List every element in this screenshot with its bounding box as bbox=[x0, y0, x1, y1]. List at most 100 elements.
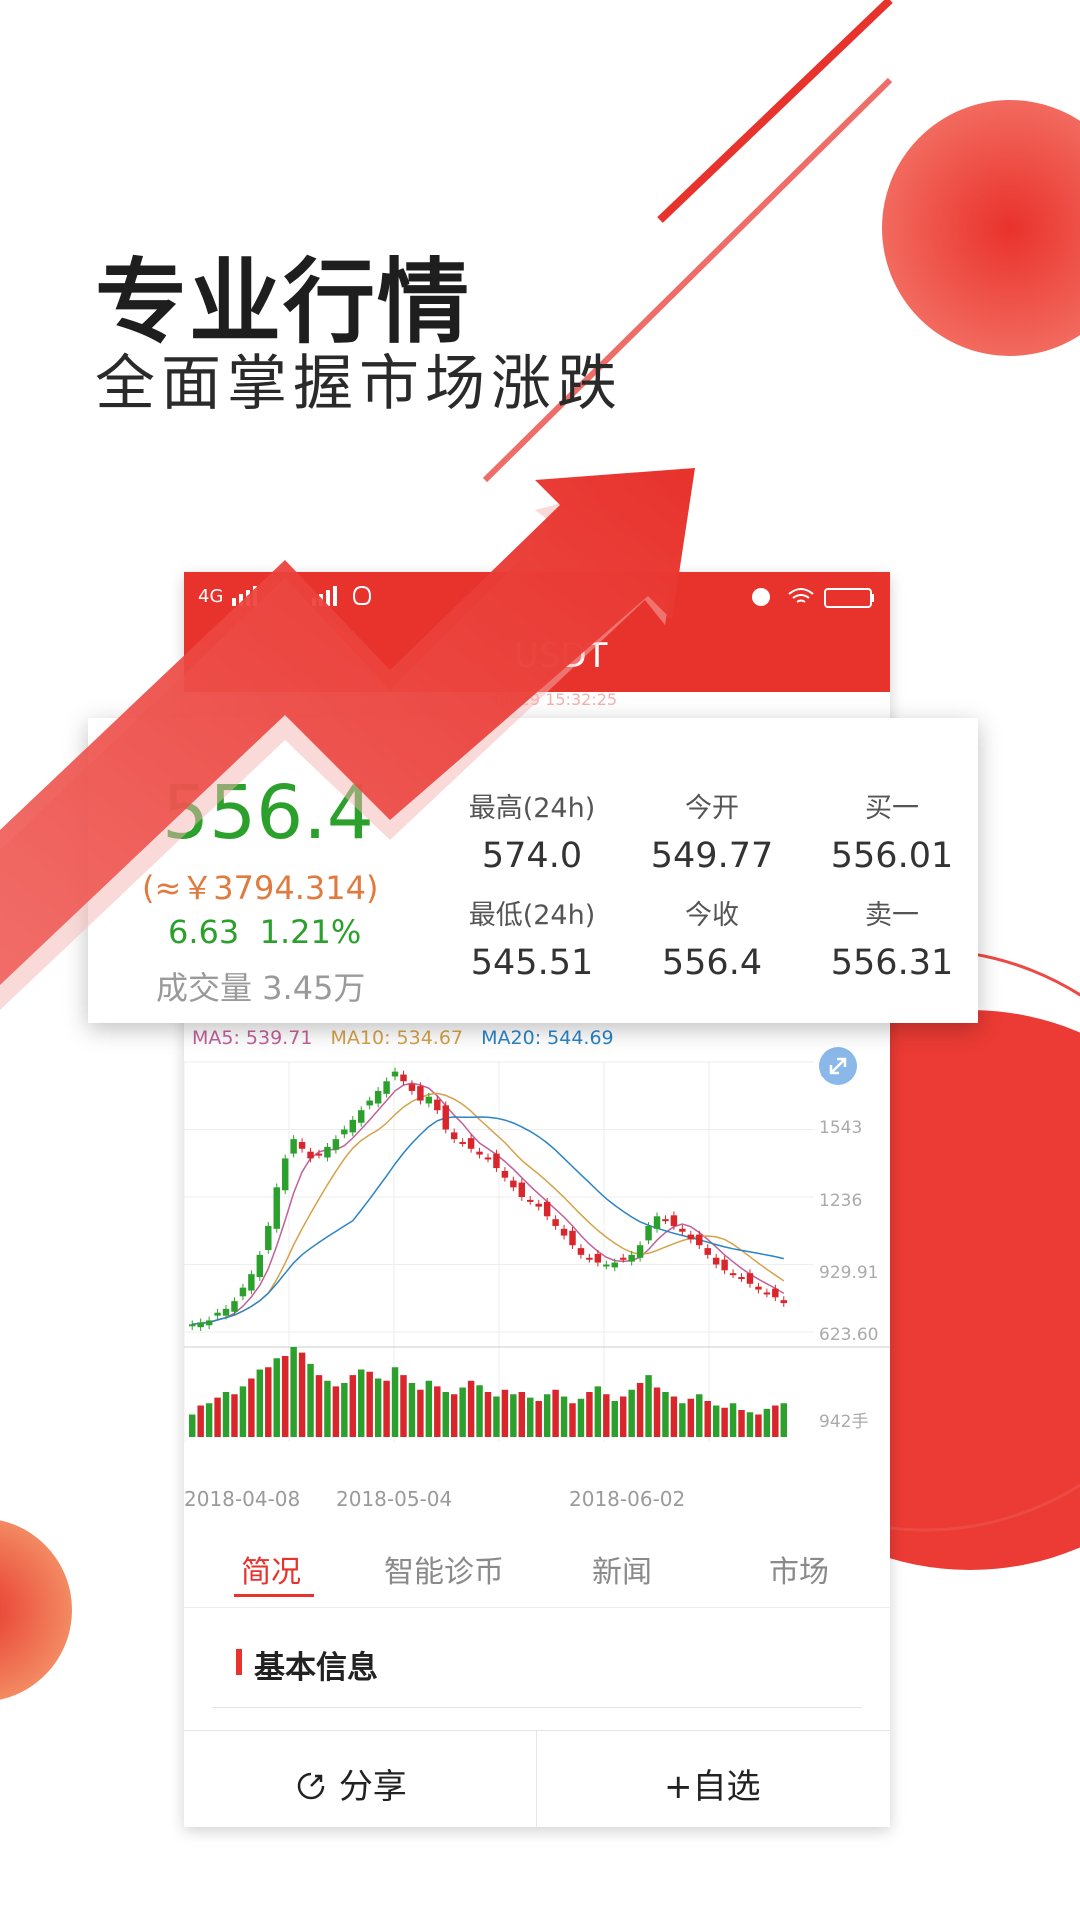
volume-bar bbox=[391, 1367, 399, 1437]
candle bbox=[763, 1292, 771, 1295]
volume-bar bbox=[619, 1396, 627, 1437]
candle bbox=[467, 1138, 475, 1149]
volume-bar bbox=[772, 1405, 779, 1437]
stat-label-close: 今收 bbox=[685, 900, 739, 931]
candle bbox=[222, 1308, 230, 1316]
volume-bar bbox=[408, 1383, 416, 1437]
candle bbox=[298, 1142, 306, 1149]
y-tick-label: 1543 bbox=[819, 1118, 862, 1138]
candle bbox=[738, 1277, 745, 1280]
candle bbox=[603, 1264, 610, 1267]
volume-bar bbox=[653, 1387, 661, 1437]
y-tick-label: 929.91 bbox=[819, 1263, 878, 1283]
candle bbox=[493, 1153, 500, 1169]
volume-bar bbox=[374, 1378, 382, 1437]
decor-circle-left bbox=[0, 1520, 72, 1700]
volume-bar bbox=[586, 1392, 593, 1437]
candle bbox=[358, 1110, 365, 1123]
candle bbox=[324, 1146, 331, 1158]
volume-bar bbox=[636, 1383, 644, 1437]
candle bbox=[780, 1300, 787, 1304]
stat-label-open: 今开 bbox=[685, 793, 739, 824]
share-button[interactable]: 分享 bbox=[294, 1759, 407, 1808]
volume-bar bbox=[332, 1386, 340, 1437]
stat-value-open: 549.77 bbox=[650, 836, 774, 876]
add-watchlist-button[interactable]: +自选 bbox=[664, 1759, 761, 1808]
stat-label-ask: 卖一 bbox=[865, 900, 919, 931]
volume-bar bbox=[197, 1405, 204, 1437]
candle bbox=[341, 1129, 348, 1135]
volume-bar bbox=[712, 1405, 720, 1437]
volume-bar bbox=[417, 1389, 424, 1437]
volume-bar bbox=[552, 1389, 559, 1437]
alarm-wifi-battery-icons bbox=[752, 588, 874, 608]
candle bbox=[772, 1288, 779, 1298]
last-price: 556.4 bbox=[162, 770, 374, 856]
kline-chart[interactable]: 15431236929.91623.6018942手 bbox=[184, 1042, 890, 1482]
volume-bar bbox=[577, 1398, 585, 1437]
change-value: 6.63 bbox=[168, 913, 240, 951]
tab-bar: 简况 智能诊币 新闻 市场 bbox=[184, 1527, 890, 1608]
volume-bar bbox=[535, 1401, 542, 1437]
volume-bar bbox=[729, 1403, 737, 1437]
candle bbox=[569, 1230, 576, 1246]
candle bbox=[712, 1257, 720, 1265]
candle bbox=[535, 1203, 542, 1207]
candle bbox=[450, 1132, 458, 1140]
candle bbox=[417, 1086, 424, 1101]
volume-bar bbox=[501, 1389, 509, 1437]
candle bbox=[442, 1105, 449, 1130]
candle bbox=[687, 1234, 695, 1240]
volume-bar bbox=[222, 1392, 230, 1437]
candle bbox=[189, 1324, 196, 1327]
tab-news[interactable]: 新闻 bbox=[592, 1547, 652, 1591]
candle bbox=[383, 1081, 390, 1094]
signal-icon bbox=[232, 585, 372, 606]
stat-label-bid: 买一 bbox=[865, 793, 919, 824]
candle bbox=[400, 1074, 407, 1082]
stat-label-low: 最低(24h) bbox=[468, 900, 596, 931]
active-tab-indicator bbox=[234, 1594, 314, 1597]
volume-bar bbox=[780, 1403, 787, 1437]
tab-diagnosis[interactable]: 智能诊币 bbox=[384, 1547, 504, 1591]
volume-bar bbox=[383, 1380, 390, 1437]
volume-bar bbox=[214, 1397, 221, 1437]
candle bbox=[391, 1071, 399, 1077]
candle bbox=[273, 1187, 280, 1229]
volume-bar bbox=[450, 1394, 458, 1437]
tab-market[interactable]: 市场 bbox=[769, 1547, 829, 1591]
volume-bar bbox=[315, 1375, 323, 1437]
volume-bar bbox=[755, 1414, 762, 1437]
volume-bar bbox=[670, 1396, 678, 1437]
volume-bar bbox=[205, 1403, 213, 1437]
fullscreen-icon[interactable] bbox=[819, 1047, 857, 1085]
candle bbox=[586, 1257, 593, 1260]
volume-bar bbox=[721, 1407, 728, 1437]
candle bbox=[518, 1182, 526, 1197]
volume-bar bbox=[476, 1385, 483, 1437]
candle bbox=[645, 1225, 652, 1241]
volume-bar bbox=[603, 1394, 610, 1437]
section-title: 基本信息 bbox=[254, 1650, 378, 1686]
candle bbox=[231, 1301, 238, 1312]
hero-subtitle: 全面掌握市场涨跌 bbox=[95, 349, 623, 419]
stat-label-high: 最高(24h) bbox=[468, 793, 596, 824]
candle bbox=[484, 1157, 492, 1160]
volume-bar bbox=[518, 1392, 526, 1437]
candle bbox=[662, 1219, 669, 1222]
candle bbox=[560, 1228, 568, 1236]
stat-value-ask: 556.31 bbox=[830, 943, 954, 983]
candle bbox=[434, 1099, 441, 1111]
volume-bar bbox=[290, 1347, 297, 1437]
volume-bar bbox=[459, 1387, 466, 1437]
volume-bar bbox=[239, 1386, 247, 1437]
candle bbox=[290, 1139, 297, 1154]
volume-bar bbox=[298, 1352, 306, 1437]
tab-overview[interactable]: 简况 bbox=[241, 1547, 301, 1591]
volume-bar bbox=[366, 1371, 373, 1437]
volume-bar bbox=[324, 1380, 331, 1437]
candle bbox=[366, 1100, 373, 1106]
network-label: 4G bbox=[198, 586, 224, 607]
candle bbox=[527, 1199, 534, 1202]
update-time: 08/29 15:32:25 bbox=[494, 690, 618, 709]
